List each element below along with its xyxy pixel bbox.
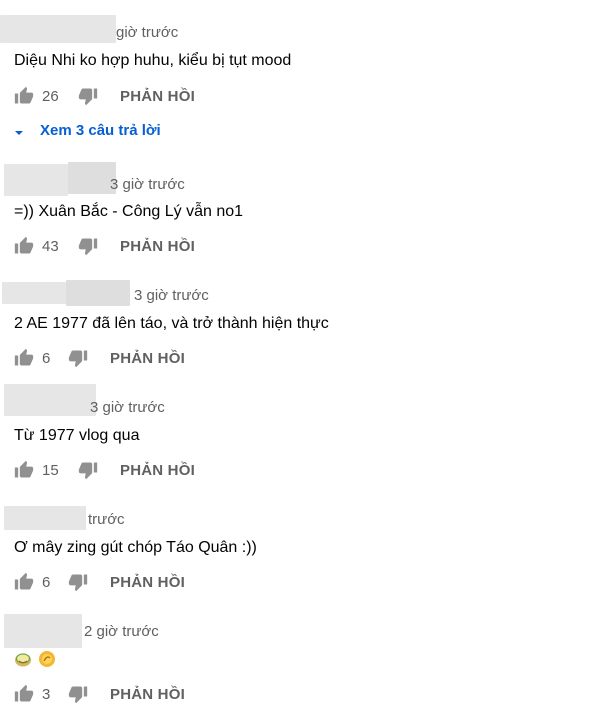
comment-actions: 26 PHẢN HỒI (14, 85, 195, 107)
like-count: 15 (42, 461, 59, 479)
thumbs-up-icon[interactable] (14, 86, 34, 106)
comment-5: trước Ơ mây zing gút chóp Táo Quân :)) 6… (0, 504, 614, 616)
author-name-redacted (0, 15, 116, 43)
comment-actions: 43 PHẢN HỒI (14, 235, 195, 257)
view-replies-button[interactable]: Xem 3 câu trả lời (14, 120, 161, 140)
thumbs-up-icon[interactable] (14, 348, 34, 368)
thumbs-down-icon[interactable] (68, 572, 88, 592)
author-name-redacted (2, 282, 66, 304)
author-name-redacted (66, 280, 130, 306)
author-name-redacted (68, 162, 116, 194)
view-replies-label: Xem 3 câu trả lời (40, 121, 161, 139)
comment-time: 3 giờ trước (134, 287, 209, 304)
comment-time: 3 giờ trước (90, 399, 165, 416)
thumbs-down-icon[interactable] (78, 236, 98, 256)
author-name-redacted (4, 384, 96, 416)
thumbs-down-icon[interactable] (78, 86, 98, 106)
reply-button[interactable]: PHẢN HỒI (120, 462, 195, 479)
beer-emoji (38, 650, 56, 668)
comment-text: 2 AE 1977 đã lên táo, và trở thành hiện … (14, 315, 329, 332)
thumbs-up-icon[interactable] (14, 236, 34, 256)
like-count: 26 (42, 87, 59, 105)
reply-button[interactable]: PHẢN HỒI (110, 574, 185, 591)
comment-time: 3 giờ trước (110, 176, 185, 193)
thumbs-down-icon[interactable] (68, 684, 88, 704)
comment-text: =)) Xuân Bắc - Công Lý vẫn no1 (14, 203, 244, 220)
comment-actions: 6 PHẢN HỒI (14, 347, 185, 369)
comment-6: 2 giờ trước 3 PHẢN HỒI (0, 612, 614, 714)
thumbs-up-icon[interactable] (14, 460, 34, 480)
comment-3: 3 giờ trước 2 AE 1977 đã lên táo, và trở… (0, 280, 614, 392)
thumbs-up-icon[interactable] (14, 684, 34, 704)
comment-text (14, 649, 58, 669)
comment-actions: 3 PHẢN HỒI (14, 683, 185, 705)
comment-time: trước (88, 511, 125, 528)
reply-button[interactable]: PHẢN HỒI (120, 88, 195, 105)
like-count: 43 (42, 237, 59, 255)
thumbs-down-icon[interactable] (78, 460, 98, 480)
author-name-redacted (4, 164, 68, 196)
reply-button[interactable]: PHẢN HỒI (110, 686, 185, 703)
comment-text: Diệu Nhi ko hợp huhu, kiểu bị tụt mood (14, 52, 292, 69)
thumbs-down-icon[interactable] (68, 348, 88, 368)
author-name-redacted (4, 506, 86, 530)
reply-button[interactable]: PHẢN HỒI (110, 350, 185, 367)
comment-4: 3 giờ trước Từ 1977 vlog qua 15 PHẢN HỒI (0, 384, 614, 496)
author-name-redacted (4, 614, 82, 648)
caret-down-icon (14, 125, 24, 135)
thumbs-up-icon[interactable] (14, 572, 34, 592)
reply-button[interactable]: PHẢN HỒI (120, 238, 195, 255)
comment-time: giờ trước (116, 24, 179, 41)
comment-time: 2 giờ trước (84, 623, 159, 640)
comment-text: Ơ mây zing gút chóp Táo Quân :)) (14, 539, 257, 556)
like-count: 6 (42, 573, 51, 591)
like-count: 6 (42, 349, 51, 367)
comment-text: Từ 1977 vlog qua (14, 427, 140, 444)
like-count: 3 (42, 685, 51, 703)
comment-actions: 6 PHẢN HỒI (14, 571, 185, 593)
comment-2: 3 giờ trước =)) Xuân Bắc - Công Lý vẫn n… (0, 162, 614, 274)
comment-1: giờ trước Diệu Nhi ko hợp huhu, kiểu bị … (0, 0, 614, 139)
melon-emoji (14, 650, 32, 668)
comment-actions: 15 PHẢN HỒI (14, 459, 195, 481)
